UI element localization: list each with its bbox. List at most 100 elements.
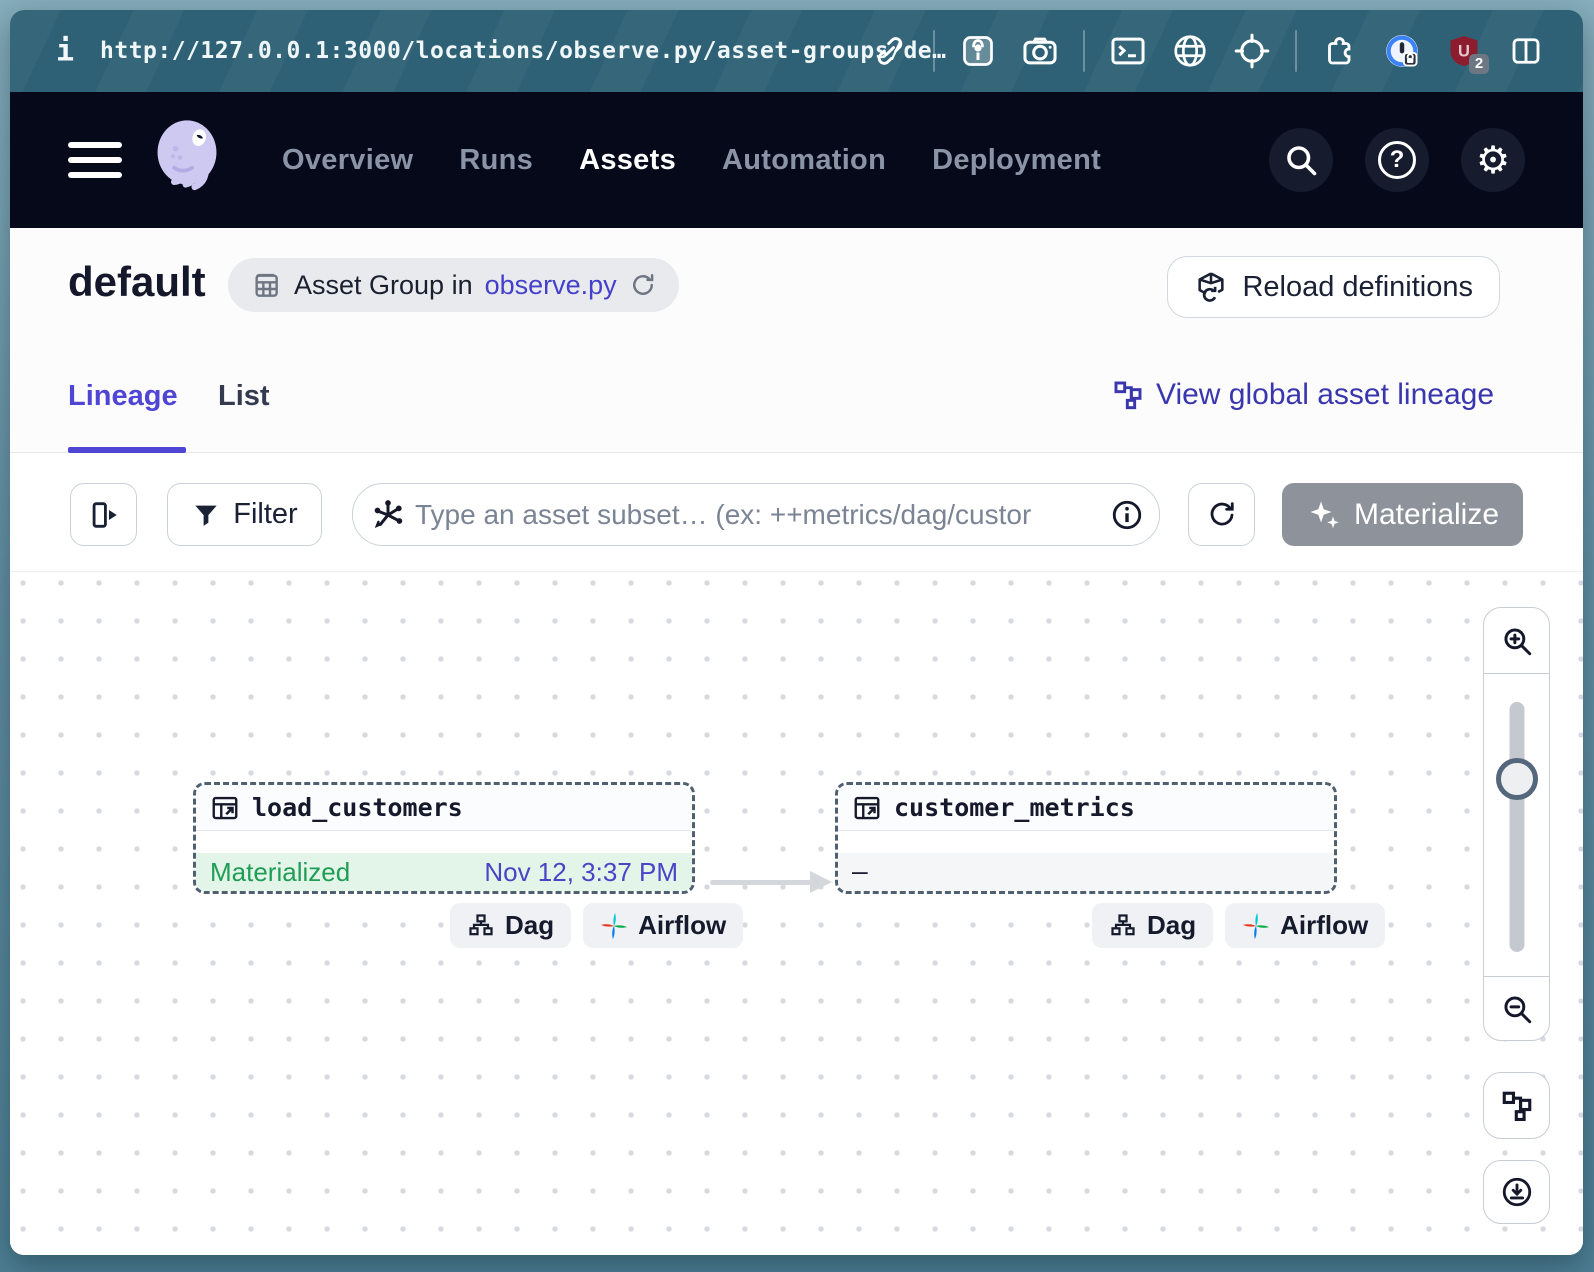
airflow-icon bbox=[600, 912, 628, 940]
nav-item-deployment[interactable]: Deployment bbox=[932, 144, 1101, 177]
nav-item-automation[interactable]: Automation bbox=[722, 144, 886, 177]
asset-group-badge: Asset Group in observe.py bbox=[228, 258, 679, 312]
lineage-graph-icon bbox=[1112, 379, 1144, 411]
page-header: default Asset Group in observe.py Reload… bbox=[10, 228, 1583, 453]
zoom-slider-thumb[interactable] bbox=[1496, 758, 1538, 800]
reload-cube-icon bbox=[1194, 270, 1228, 304]
fit-graph-button[interactable] bbox=[1483, 1072, 1550, 1139]
extension-flower-icon[interactable] bbox=[959, 32, 997, 70]
gear-icon: ⚙ bbox=[1476, 141, 1510, 179]
selector-syntax-icon bbox=[370, 497, 406, 533]
lineage-toolbar: Filter Materialize bbox=[10, 453, 1583, 572]
asset-table-icon bbox=[210, 793, 240, 823]
app-navbar: Overview Runs Assets Automation Deployme… bbox=[10, 92, 1583, 228]
tag-label: Airflow bbox=[1280, 910, 1368, 941]
adblock-shield-icon[interactable]: U 2 bbox=[1445, 32, 1483, 70]
reload-definitions-button[interactable]: Reload definitions bbox=[1167, 256, 1500, 318]
filter-button[interactable]: Filter bbox=[167, 483, 322, 546]
asset-status-time[interactable]: Nov 12, 3:37 PM bbox=[484, 857, 678, 888]
search-icon bbox=[1283, 142, 1319, 178]
download-icon bbox=[1500, 1175, 1534, 1209]
refresh-graph-button[interactable] bbox=[1188, 483, 1255, 546]
tag-airflow[interactable]: Airflow bbox=[1225, 903, 1385, 948]
sparkle-icon bbox=[1306, 497, 1342, 533]
badge-file-link[interactable]: observe.py bbox=[485, 270, 617, 301]
zoom-out-button[interactable] bbox=[1484, 976, 1549, 1040]
asset-node-load-customers[interactable]: load_customers Materialized Nov 12, 3:37… bbox=[193, 782, 695, 894]
zoom-slider-track[interactable] bbox=[1509, 702, 1524, 952]
settings-button[interactable]: ⚙ bbox=[1461, 128, 1525, 192]
tag-label: Dag bbox=[505, 910, 554, 941]
tag-row: Dag Airflow bbox=[450, 903, 743, 948]
view-global-lineage-link[interactable]: View global asset lineage bbox=[1112, 378, 1494, 412]
password-manager-icon[interactable] bbox=[1383, 32, 1421, 70]
address-bar[interactable]: http://127.0.0.1:3000/locations/observe.… bbox=[100, 38, 946, 64]
copy-link-icon[interactable] bbox=[871, 32, 909, 70]
asset-node-customer-metrics[interactable]: customer_metrics – bbox=[835, 782, 1337, 894]
filter-funnel-icon bbox=[191, 500, 221, 530]
zoom-in-icon bbox=[1500, 624, 1534, 658]
airflow-icon bbox=[1242, 912, 1270, 940]
screenshot-camera-icon[interactable] bbox=[1021, 32, 1059, 70]
tab-lineage[interactable]: Lineage bbox=[68, 380, 178, 413]
tag-airflow[interactable]: Airflow bbox=[583, 903, 743, 948]
target-picker-icon[interactable] bbox=[1233, 32, 1271, 70]
browser-toolbar: i http://127.0.0.1:3000/locations/observ… bbox=[10, 10, 1583, 92]
dag-icon bbox=[467, 912, 495, 940]
tag-label: Airflow bbox=[638, 910, 726, 941]
zoom-out-icon bbox=[1500, 992, 1534, 1026]
panel-expand-icon bbox=[87, 498, 121, 532]
lineage-canvas[interactable]: load_customers Materialized Nov 12, 3:37… bbox=[10, 572, 1583, 1255]
search-button[interactable] bbox=[1269, 128, 1333, 192]
open-panel-button[interactable] bbox=[70, 483, 137, 546]
asset-name: customer_metrics bbox=[894, 793, 1135, 822]
badge-text: Asset Group in bbox=[294, 270, 473, 301]
sync-icon[interactable] bbox=[629, 271, 657, 299]
nav-item-assets[interactable]: Assets bbox=[579, 144, 676, 177]
tag-dag[interactable]: Dag bbox=[1092, 903, 1213, 948]
extensions-puzzle-icon[interactable] bbox=[1321, 32, 1359, 70]
page-title: default bbox=[68, 258, 206, 306]
tag-dag[interactable]: Dag bbox=[450, 903, 571, 948]
toolbar-divider bbox=[933, 30, 935, 72]
info-icon[interactable] bbox=[1110, 498, 1144, 532]
tag-row: Dag Airflow bbox=[1092, 903, 1385, 948]
tag-label: Dag bbox=[1147, 910, 1196, 941]
menu-hamburger-button[interactable] bbox=[68, 142, 122, 178]
asset-subset-input[interactable] bbox=[352, 483, 1160, 546]
materialize-button[interactable]: Materialize bbox=[1282, 483, 1523, 546]
asset-status: – bbox=[852, 857, 868, 887]
shield-badge-count: 2 bbox=[1469, 54, 1489, 74]
globe-icon[interactable] bbox=[1171, 32, 1209, 70]
dagster-logo[interactable] bbox=[146, 117, 228, 204]
asset-table-icon bbox=[852, 793, 882, 823]
lineage-edge-arrow bbox=[710, 875, 832, 889]
tab-list[interactable]: List bbox=[218, 380, 270, 413]
terminal-icon[interactable] bbox=[1109, 32, 1147, 70]
toolbar-divider bbox=[1083, 30, 1085, 72]
asset-group-icon bbox=[250, 269, 282, 301]
nav-item-overview[interactable]: Overview bbox=[282, 144, 413, 177]
page-info-icon[interactable]: i bbox=[56, 34, 74, 69]
nav-item-runs[interactable]: Runs bbox=[459, 144, 533, 177]
zoom-slider-area bbox=[1484, 674, 1549, 976]
browser-window: i http://127.0.0.1:3000/locations/observ… bbox=[10, 10, 1583, 1255]
nav-links: Overview Runs Assets Automation Deployme… bbox=[282, 144, 1101, 177]
sidebar-toggle-icon[interactable] bbox=[1507, 32, 1545, 70]
toolbar-divider bbox=[1295, 30, 1297, 72]
zoom-in-button[interactable] bbox=[1484, 608, 1549, 674]
reload-definitions-label: Reload definitions bbox=[1242, 271, 1473, 304]
view-global-lineage-label: View global asset lineage bbox=[1156, 378, 1494, 412]
asset-name: load_customers bbox=[252, 793, 463, 822]
zoom-control bbox=[1483, 607, 1550, 1041]
filter-label: Filter bbox=[233, 498, 297, 531]
download-image-button[interactable] bbox=[1483, 1160, 1550, 1224]
asset-status: Materialized bbox=[210, 857, 350, 888]
help-icon: ? bbox=[1378, 141, 1416, 179]
lineage-graph-icon bbox=[1500, 1089, 1534, 1123]
materialize-label: Materialize bbox=[1354, 498, 1499, 532]
dag-icon bbox=[1109, 912, 1137, 940]
refresh-icon bbox=[1206, 499, 1238, 531]
help-button[interactable]: ? bbox=[1365, 128, 1429, 192]
asset-subset-field bbox=[352, 483, 1160, 546]
